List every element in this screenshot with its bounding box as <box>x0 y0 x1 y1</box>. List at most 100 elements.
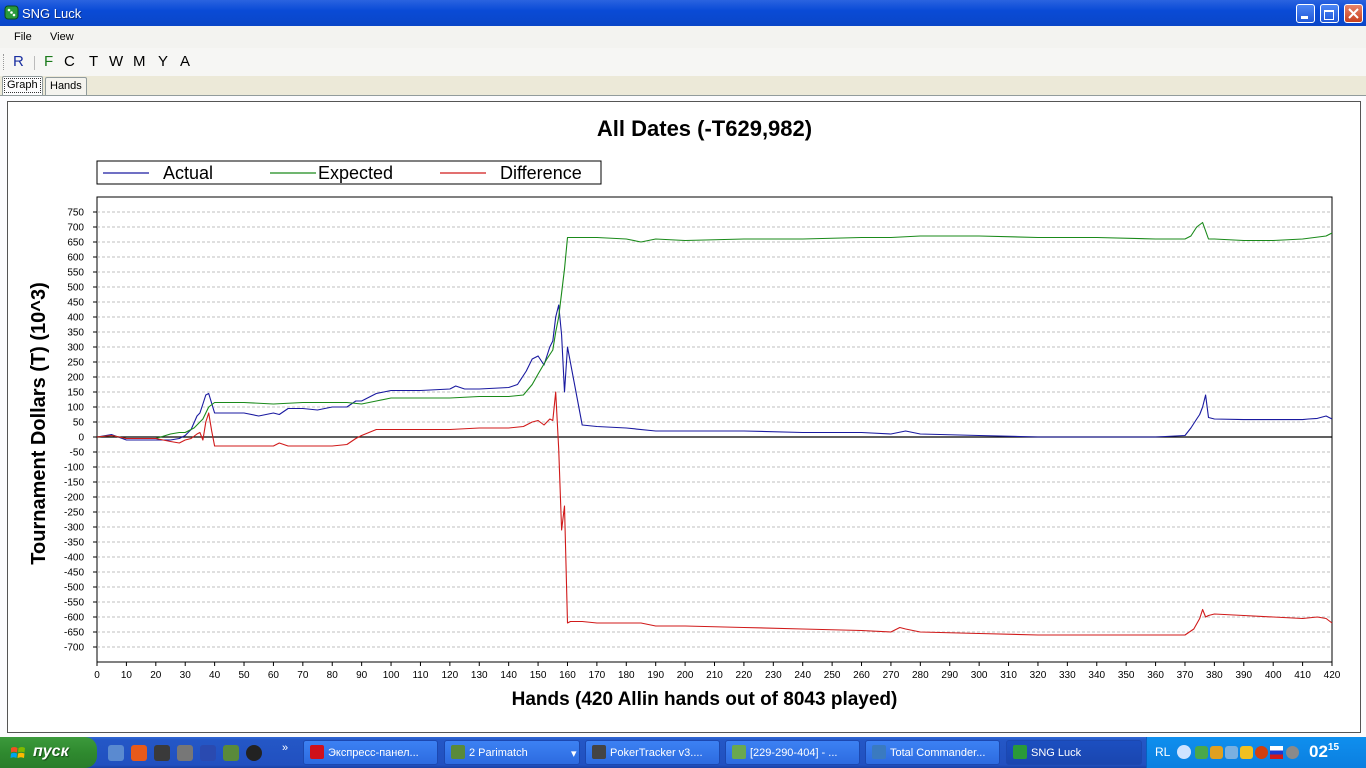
taskbar-item-sng-luck[interactable]: SNG Luck <box>1006 740 1142 765</box>
tray-app-icon[interactable] <box>1210 746 1223 759</box>
parimatch-icon[interactable] <box>223 745 239 761</box>
x-tick-label: 300 <box>971 670 988 681</box>
tray-app-icon[interactable] <box>1240 746 1253 759</box>
start-label: пуск <box>33 743 69 760</box>
close-icon <box>1348 8 1359 19</box>
luck-chart: All Dates (-T629,982)7507006506005505004… <box>28 116 1341 710</box>
x-tick-label: 280 <box>912 670 929 681</box>
taskbar-item-notepad[interactable]: [229-290-404] - ... <box>725 740 860 765</box>
taskbar-item-label: 2 Parimatch <box>469 747 528 759</box>
y-tick-label: -200 <box>64 493 84 504</box>
y-tick-label: -450 <box>64 568 84 579</box>
system-tray: RL 0215 <box>1146 737 1366 768</box>
x-tick-label: 0 <box>94 670 100 681</box>
x-tick-label: 410 <box>1294 670 1311 681</box>
toolbar-grip[interactable] <box>3 54 6 70</box>
y-tick-label: 250 <box>67 358 84 369</box>
russian-flag-icon[interactable] <box>1270 746 1283 759</box>
start-button[interactable]: пуск <box>0 737 97 768</box>
taskbar-item-total-commander[interactable]: Total Commander... <box>865 740 1000 765</box>
toolbar-button-m[interactable]: M <box>133 53 146 70</box>
y-tick-label: 750 <box>67 208 84 219</box>
x-tick-label: 100 <box>383 670 400 681</box>
restore-icon <box>1324 10 1334 20</box>
alert-icon[interactable] <box>246 745 262 761</box>
close-button[interactable] <box>1344 4 1363 23</box>
toolbar-button-c[interactable]: C <box>64 53 75 70</box>
clock: 0215 <box>1309 742 1339 762</box>
toolbar-button-r[interactable]: R <box>13 53 24 70</box>
taskbar-item-label: SNG Luck <box>1031 747 1082 759</box>
x-tick-label: 330 <box>1059 670 1076 681</box>
toolbar-button-f[interactable]: F <box>44 53 53 70</box>
total-commander-icon <box>872 745 886 759</box>
x-tick-label: 210 <box>706 670 723 681</box>
x-tick-label: 420 <box>1324 670 1341 681</box>
save-icon[interactable] <box>200 745 216 761</box>
chart-title: All Dates (-T629,982) <box>597 116 812 141</box>
x-tick-label: 260 <box>853 670 870 681</box>
toolbar-separator <box>34 56 35 70</box>
x-tick-label: 240 <box>794 670 811 681</box>
toolbar-button-y[interactable]: Y <box>158 53 168 70</box>
toolbar-button-t[interactable]: T <box>89 53 98 70</box>
tray-volume-icon[interactable] <box>1286 746 1299 759</box>
clock-hour: 02 <box>1309 742 1328 761</box>
tab-graph[interactable]: Graph <box>2 76 43 95</box>
y-tick-label: -600 <box>64 613 84 624</box>
quicklaunch-more-icon[interactable]: » <box>282 742 288 754</box>
x-tick-label: 390 <box>1235 670 1252 681</box>
x-tick-label: 320 <box>1030 670 1047 681</box>
taskbar: пуск » Экспресс-панел... 2 Parimatch ▾ P… <box>0 737 1366 768</box>
x-tick-label: 70 <box>297 670 309 681</box>
x-tick-label: 230 <box>765 670 782 681</box>
y-tick-label: 350 <box>67 328 84 339</box>
legend-label-expected: Expected <box>318 163 393 183</box>
y-tick-label: -150 <box>64 478 84 489</box>
parimatch-icon <box>451 745 465 759</box>
taskbar-item-parimatch[interactable]: 2 Parimatch ▾ <box>444 740 580 765</box>
y-tick-label: -300 <box>64 523 84 534</box>
taskbar-item-opera[interactable]: Экспресс-панел... <box>303 740 438 765</box>
y-tick-label: 0 <box>78 433 84 444</box>
taskbar-item-pokertracker[interactable]: PokerTracker v3.... <box>585 740 720 765</box>
pokertracker-icon <box>592 745 606 759</box>
y-axis-label: Tournament Dollars (T) (10^3) <box>28 282 50 564</box>
toolbar-button-a[interactable]: A <box>180 53 190 70</box>
graph-panel: All Dates (-T629,982) 750 700 650 600 550 500 4… <box>0 95 1366 738</box>
x-tick-label: 90 <box>356 670 368 681</box>
x-tick-label: 290 <box>941 670 958 681</box>
tray-app-icon[interactable] <box>1195 746 1208 759</box>
tray-app-icon[interactable] <box>1255 746 1268 759</box>
tab-hands[interactable]: Hands <box>45 77 87 95</box>
x-tick-label: 310 <box>1000 670 1017 681</box>
x-tick-label: 140 <box>500 670 517 681</box>
maximize-button[interactable] <box>1320 4 1339 23</box>
window-title: SNG Luck <box>22 6 82 21</box>
x-tick-label: 30 <box>180 670 192 681</box>
toolbar-button-w[interactable]: W <box>109 53 123 70</box>
y-tick-label: -50 <box>70 448 85 459</box>
menu-file[interactable]: File <box>14 31 32 43</box>
y-tick-label: -250 <box>64 508 84 519</box>
firefox-icon[interactable] <box>131 745 147 761</box>
media-icon[interactable] <box>154 745 170 761</box>
y-tick-label: 100 <box>67 403 84 414</box>
tray-expand-icon[interactable] <box>1177 745 1191 759</box>
y-tick-label: 500 <box>67 283 84 294</box>
x-tick-label: 160 <box>559 670 576 681</box>
language-indicator[interactable]: RL <box>1155 745 1170 759</box>
y-tick-label: -500 <box>64 583 84 594</box>
minimize-button[interactable] <box>1296 4 1315 23</box>
tray-network-icon[interactable] <box>1225 746 1238 759</box>
group-arrow-icon: ▾ <box>571 748 577 760</box>
show-desktop-icon[interactable] <box>108 745 124 761</box>
menu-view[interactable]: View <box>50 31 74 43</box>
taskbar-item-label: Total Commander... <box>890 747 986 759</box>
x-tick-label: 400 <box>1265 670 1282 681</box>
clock-minute: 15 <box>1327 742 1340 753</box>
x-tick-label: 370 <box>1177 670 1194 681</box>
x-tick-label: 250 <box>824 670 841 681</box>
tool-icon[interactable] <box>177 745 193 761</box>
x-tick-label: 150 <box>530 670 547 681</box>
